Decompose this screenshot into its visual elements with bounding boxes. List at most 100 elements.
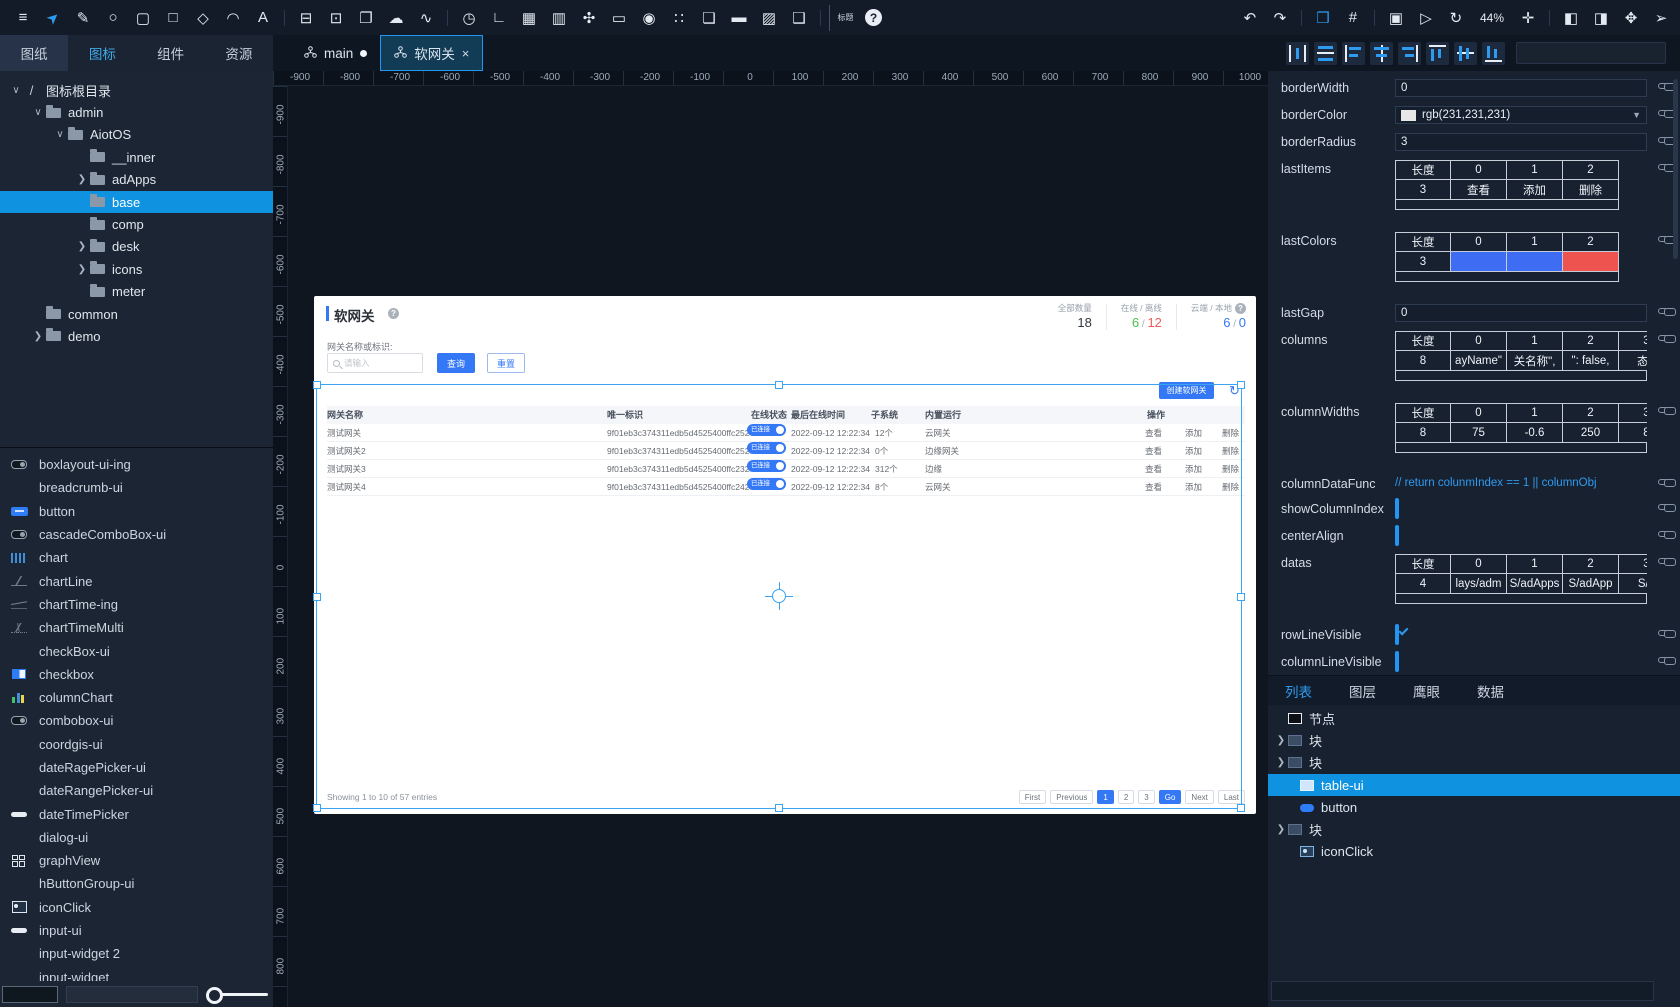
align-center-horizontal-icon[interactable]: [1370, 41, 1393, 65]
status-toggle[interactable]: 已连接: [747, 424, 786, 436]
tree-item-desk[interactable]: ❯ desk: [0, 236, 273, 258]
status-toggle[interactable]: 已连接: [747, 442, 786, 454]
tab-图标[interactable]: 图标: [68, 35, 136, 71]
grid-empty-row[interactable]: [1395, 594, 1647, 604]
arc-icon[interactable]: ◠: [220, 5, 246, 31]
grid-empty-row[interactable]: [1395, 200, 1619, 210]
publish-icon[interactable]: ➢: [1648, 5, 1674, 31]
tree-item-__inner[interactable]: __inner: [0, 146, 273, 168]
action-delete[interactable]: 删除: [1222, 424, 1239, 442]
screen-icon[interactable]: ⊟: [293, 5, 319, 31]
action-link[interactable]: 添加: [1185, 424, 1202, 442]
grid-value-cell[interactable]: [1563, 252, 1619, 272]
cloud-link-icon[interactable]: ☁: [383, 5, 409, 31]
component-item-cascadeComboBox-ui[interactable]: cascadeComboBox-ui: [0, 523, 273, 546]
label-tool-icon[interactable]: 标题: [829, 4, 855, 31]
fan-icon[interactable]: ✣: [576, 5, 602, 31]
subsystem-count-link[interactable]: 12个: [875, 424, 893, 442]
action-link[interactable]: 查看: [1145, 442, 1162, 460]
layer-item-table-ui[interactable]: table-ui: [1268, 773, 1680, 797]
design-canvas[interactable]: -900 -800 -700 -600 -500 -400 -300 -200 -100 0 100…: [273, 71, 1268, 1007]
grid-value-cell[interactable]: 删除: [1563, 180, 1619, 200]
action-link[interactable]: 查看: [1145, 424, 1162, 442]
grid-value-cell[interactable]: -0.6: [1507, 423, 1563, 443]
menu-icon[interactable]: ≡: [10, 5, 36, 31]
chevron-right-icon[interactable]: ❯: [74, 174, 90, 185]
grid-icon[interactable]: #: [1340, 5, 1366, 31]
refresh-icon[interactable]: ↻: [1443, 5, 1469, 31]
select-cursor-icon[interactable]: ➤: [35, 0, 72, 36]
grid-value-cell[interactable]: [1507, 252, 1563, 272]
columnDataFunc-code[interactable]: // return colunmIndex == 1 || columnObj: [1395, 475, 1647, 489]
grid-value-cell[interactable]: lays/adm: [1451, 574, 1507, 594]
rect-icon[interactable]: □: [160, 5, 186, 31]
bind-link-icon[interactable]: [1658, 406, 1676, 415]
component-item-hButtonGroup-ui[interactable]: hButtonGroup-ui: [0, 872, 273, 895]
grid-value-cell[interactable]: S/adApps: [1507, 574, 1563, 594]
refresh-icon[interactable]: ↻: [1229, 382, 1240, 399]
layer-item-iconClick[interactable]: iconClick: [1268, 841, 1680, 863]
stat-help-icon[interactable]: ?: [1235, 302, 1246, 314]
bind-link-icon[interactable]: [1658, 503, 1676, 512]
tree-item-demo[interactable]: ❯ demo: [0, 325, 273, 347]
tree-item-meter[interactable]: meter: [0, 281, 273, 303]
connector-icon[interactable]: ∿: [413, 5, 439, 31]
ellipse-icon[interactable]: ○: [100, 5, 126, 31]
panel-right-icon[interactable]: ◨: [1588, 5, 1614, 31]
image-icon[interactable]: ▨: [756, 5, 782, 31]
inspector-tab-数据[interactable]: 数据: [1477, 681, 1504, 701]
panel-left-icon[interactable]: ◧: [1558, 5, 1584, 31]
rounded-rect-icon[interactable]: ▢: [130, 5, 156, 31]
lastItems-grid[interactable]: 长度 0 1 2 3 查看 添加 删除: [1395, 160, 1647, 200]
subsystem-count-link[interactable]: 0个: [875, 442, 888, 460]
bind-link-icon[interactable]: [1658, 629, 1676, 638]
grid-value-cell[interactable]: 250: [1563, 423, 1619, 443]
action-delete[interactable]: 删除: [1222, 478, 1239, 496]
layer-item-块[interactable]: ❯ 块: [1268, 752, 1680, 774]
borderRadius-input[interactable]: 3: [1395, 133, 1647, 151]
lastGap-input[interactable]: 0: [1395, 304, 1647, 322]
component-item-breadcrumb-ui[interactable]: breadcrumb-ui: [0, 476, 273, 499]
action-link[interactable]: 添加: [1185, 442, 1202, 460]
component-item-coordgis-ui[interactable]: coordgis-ui: [0, 733, 273, 756]
component-item-combobox-ui[interactable]: combobox-ui: [0, 709, 273, 732]
help-icon[interactable]: ?: [865, 9, 882, 26]
inspector-tab-图层[interactable]: 图层: [1349, 681, 1376, 701]
columnLineVisible-checkbox[interactable]: [1395, 651, 1399, 672]
component-item-dialog-ui[interactable]: dialog-ui: [0, 826, 273, 849]
grid-value-cell[interactable]: [1451, 252, 1507, 272]
grid-value-cell[interactable]: 4: [1395, 574, 1451, 594]
bind-link-icon[interactable]: [1658, 656, 1676, 665]
bar-widget-preview[interactable]: [66, 986, 198, 1003]
crop-icon[interactable]: ❒: [1310, 5, 1336, 31]
component-item-iconClick[interactable]: iconClick: [0, 896, 273, 919]
quick-search-input[interactable]: [1516, 42, 1666, 64]
run-icon[interactable]: ▷: [1413, 5, 1439, 31]
grid-value-cell[interactable]: S/adApp: [1563, 574, 1619, 594]
align-right-icon[interactable]: [1398, 41, 1421, 65]
gateway-search-input[interactable]: 请输入: [327, 353, 423, 373]
toggle-icon[interactable]: ◉: [636, 5, 662, 31]
showColumnIndex-checkbox[interactable]: [1395, 498, 1399, 519]
component-item-chartTimeMulti[interactable]: chartTimeMulti: [0, 616, 273, 639]
chevron-right-icon[interactable]: ❯: [1274, 824, 1288, 835]
align-middle-icon[interactable]: [1454, 41, 1477, 65]
centerAlign-checkbox[interactable]: [1395, 525, 1399, 546]
create-gateway-button[interactable]: 创建软网关: [1159, 382, 1214, 399]
pipe-icon[interactable]: ∟: [486, 5, 512, 31]
close-icon[interactable]: ×: [462, 46, 470, 61]
datas-grid[interactable]: 长度01234lays/admS/adAppsS/adAppS/a: [1395, 554, 1647, 594]
chevron-right-icon[interactable]: ❯: [74, 241, 90, 252]
clock-icon[interactable]: ◷: [456, 5, 482, 31]
gateway-panel-widget[interactable]: 软网关 ? 全部数量 18 在线 / 离线 6 / 12 云端 / 本地? 6 / 0 网…: [314, 296, 1256, 814]
page-button-Go[interactable]: Go: [1158, 790, 1182, 804]
layer-item-块[interactable]: ❯ 块: [1268, 818, 1680, 840]
grid-value-cell[interactable]: 8: [1395, 351, 1451, 371]
dot-grid-icon[interactable]: ∷: [666, 5, 692, 31]
grid-value-cell[interactable]: S/a: [1619, 574, 1647, 594]
columns-grid[interactable]: 长度01238ayName"关名称", ": false,态",: [1395, 331, 1647, 371]
inspector-tab-列表[interactable]: 列表: [1285, 681, 1312, 701]
component-item-dateRagePicker-ui[interactable]: dateRagePicker-ui: [0, 756, 273, 779]
subsystem-count-link[interactable]: 8个: [875, 478, 888, 496]
component-item-chart[interactable]: chart: [0, 546, 273, 569]
